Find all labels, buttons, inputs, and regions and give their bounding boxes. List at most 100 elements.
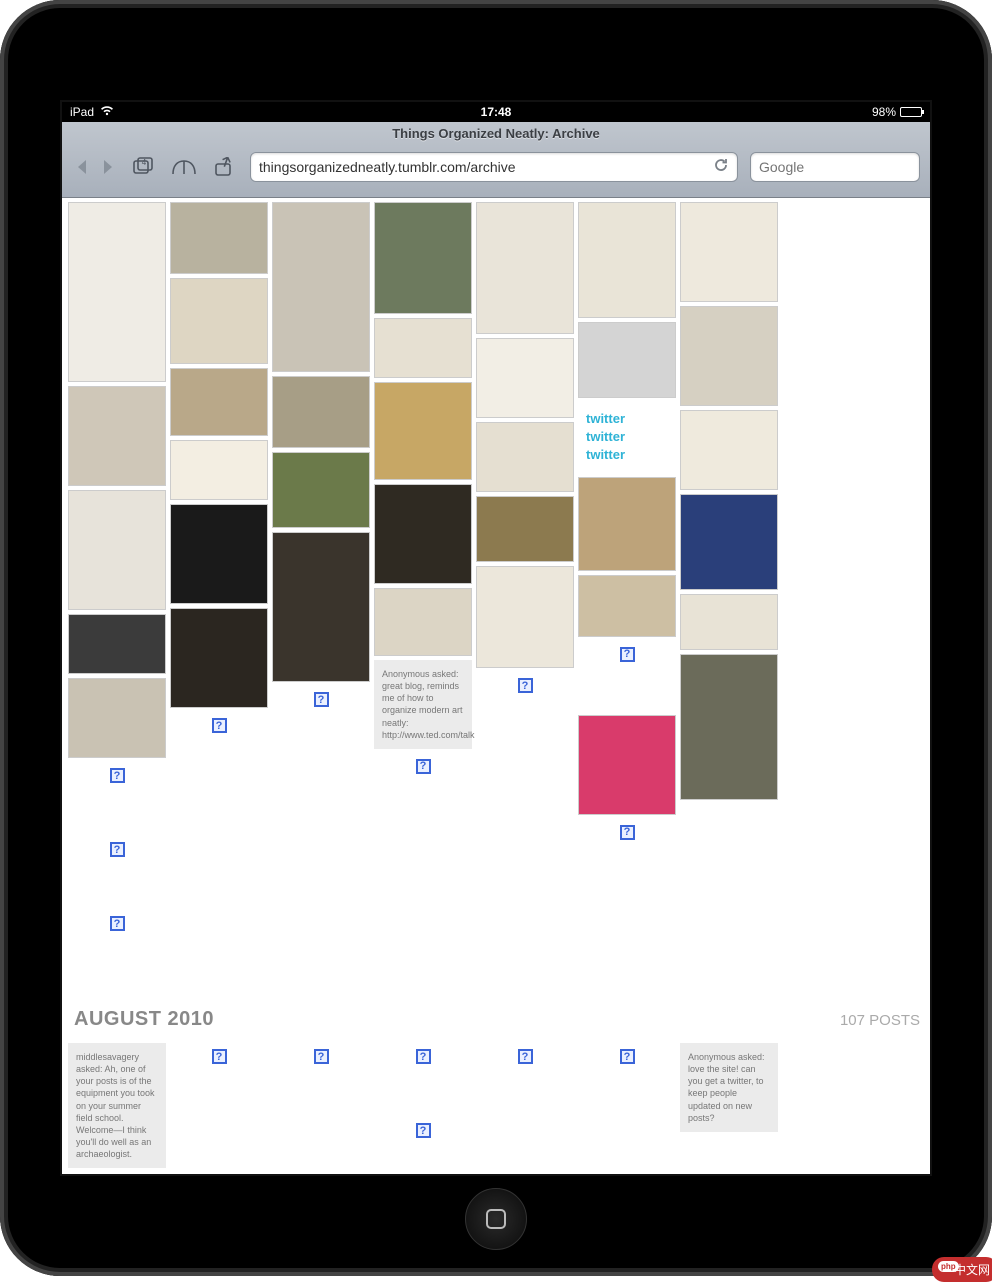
search-bar[interactable] <box>750 152 920 182</box>
post-thumbnail[interactable] <box>476 496 574 562</box>
broken-image-icon: ? <box>416 1123 431 1138</box>
post-thumbnail[interactable] <box>476 338 574 418</box>
post-thumbnail-broken[interactable]: ? <box>374 1117 472 1174</box>
post-thumbnail[interactable] <box>68 678 166 758</box>
post-thumbnail[interactable] <box>170 608 268 708</box>
post-thumbnail-broken[interactable]: ? <box>272 686 370 756</box>
home-button[interactable] <box>465 1188 527 1250</box>
post-thumbnail-broken[interactable]: ? <box>68 910 166 980</box>
post-thumbnail[interactable] <box>578 715 676 815</box>
broken-image-icon: ? <box>416 1049 431 1064</box>
text-post[interactable]: Anonymous asked: great blog, reminds me … <box>374 660 472 749</box>
post-thumbnail-broken[interactable]: ? <box>578 1043 676 1113</box>
archive-column: ? <box>578 1043 676 1174</box>
post-thumbnail-broken[interactable]: ? <box>170 1043 268 1113</box>
post-thumbnail[interactable] <box>272 376 370 448</box>
pages-button[interactable]: 4 <box>130 155 158 179</box>
post-thumbnail[interactable] <box>680 594 778 650</box>
archive-column: ? <box>272 1043 370 1174</box>
url-input[interactable] <box>259 159 705 175</box>
post-thumbnail-broken[interactable]: ? <box>578 641 676 711</box>
broken-image-icon: ? <box>110 768 125 783</box>
broken-image-icon: ? <box>416 759 431 774</box>
post-thumbnail[interactable] <box>68 386 166 486</box>
archive-column <box>680 202 778 980</box>
battery-percent: 98% <box>872 105 896 119</box>
address-bar[interactable] <box>250 152 738 182</box>
wifi-icon <box>100 105 114 119</box>
reload-icon[interactable] <box>713 157 729 178</box>
clock: 17:48 <box>481 105 512 119</box>
post-thumbnail[interactable] <box>170 202 268 274</box>
post-thumbnail-broken[interactable]: ? <box>170 712 268 782</box>
post-thumbnail-broken[interactable]: ? <box>578 819 676 889</box>
post-thumbnail[interactable] <box>578 202 676 318</box>
post-thumbnail[interactable] <box>170 278 268 364</box>
archive-column: Anonymous asked: great blog, reminds me … <box>374 202 472 980</box>
post-thumbnail[interactable] <box>374 318 472 378</box>
post-thumbnail[interactable] <box>680 494 778 590</box>
battery-icon <box>900 107 922 117</box>
post-thumbnail[interactable] <box>476 566 574 668</box>
broken-image-icon: ? <box>110 842 125 857</box>
post-thumbnail-broken[interactable]: ? <box>272 1043 370 1113</box>
post-thumbnail[interactable] <box>680 410 778 490</box>
post-thumbnail[interactable] <box>578 575 676 637</box>
broken-image-icon: ? <box>212 1049 227 1064</box>
post-thumbnail[interactable] <box>68 202 166 382</box>
post-thumbnail[interactable] <box>170 368 268 436</box>
watermark: 中文网 <box>932 1257 992 1282</box>
archive-column: ? <box>476 202 574 980</box>
broken-image-icon: ? <box>314 1049 329 1064</box>
post-thumbnail[interactable] <box>374 588 472 656</box>
post-thumbnail[interactable] <box>680 306 778 406</box>
post-thumbnail[interactable] <box>68 490 166 610</box>
post-thumbnail[interactable] <box>272 532 370 682</box>
post-thumbnail-broken[interactable]: ? <box>476 1043 574 1113</box>
broken-image-icon: ? <box>518 678 533 693</box>
forward-button[interactable] <box>96 156 118 178</box>
post-thumbnail[interactable] <box>272 202 370 372</box>
archive-column: middlesavagery asked: Ah, one of your po… <box>68 1043 166 1174</box>
post-thumbnail[interactable] <box>272 452 370 528</box>
share-button[interactable] <box>210 155 238 179</box>
post-thumbnail[interactable] <box>170 440 268 500</box>
post-thumbnail-broken[interactable]: ? <box>374 753 472 823</box>
post-thumbnail[interactable] <box>170 504 268 604</box>
search-input[interactable] <box>759 159 932 175</box>
archive-column: Anonymous asked: love the site! can you … <box>680 1043 778 1174</box>
post-thumbnail-broken[interactable]: ? <box>374 1043 472 1113</box>
broken-image-icon: ? <box>620 647 635 662</box>
page-content[interactable]: ????? Anonymous asked: great blog, remind… <box>62 198 930 1174</box>
post-thumbnail[interactable] <box>680 654 778 800</box>
archive-column: twittertwittertwitter?? <box>578 202 676 980</box>
bookmarks-button[interactable] <box>170 155 198 179</box>
post-thumbnail-broken[interactable]: ? <box>476 672 574 742</box>
text-post[interactable]: twittertwittertwitter <box>578 402 676 473</box>
broken-image-icon: ? <box>314 692 329 707</box>
text-post[interactable]: middlesavagery asked: Ah, one of your po… <box>68 1043 166 1168</box>
archive-column: ? <box>170 202 268 980</box>
post-thumbnail[interactable] <box>578 477 676 571</box>
browser-toolbar: Things Organized Neatly: Archive 4 <box>62 122 930 198</box>
post-thumbnail[interactable] <box>374 484 472 584</box>
status-bar: iPad 17:48 98% <box>62 102 930 122</box>
post-thumbnail-broken[interactable]: ? <box>68 836 166 906</box>
screen: iPad 17:48 98% Things Organized Neatly: … <box>60 100 932 1176</box>
post-thumbnail[interactable] <box>374 202 472 314</box>
post-thumbnail[interactable] <box>374 382 472 480</box>
post-thumbnail[interactable] <box>578 322 676 398</box>
archive-column: ??Anonymous asked: Where can I submit im… <box>374 1043 472 1174</box>
archive-column: ? <box>272 202 370 980</box>
post-thumbnail[interactable] <box>68 614 166 674</box>
archive-grid-top: ????? Anonymous asked: great blog, remind… <box>68 202 926 980</box>
broken-image-icon: ? <box>620 825 635 840</box>
page-title: Things Organized Neatly: Archive <box>62 122 930 143</box>
text-post[interactable]: Anonymous asked: love the site! can you … <box>680 1043 778 1132</box>
post-thumbnail[interactable] <box>476 422 574 492</box>
back-button[interactable] <box>72 156 94 178</box>
post-thumbnail-broken[interactable]: ? <box>68 762 166 832</box>
post-thumbnail[interactable] <box>476 202 574 334</box>
archive-column: ??? <box>68 202 166 980</box>
post-thumbnail[interactable] <box>680 202 778 302</box>
